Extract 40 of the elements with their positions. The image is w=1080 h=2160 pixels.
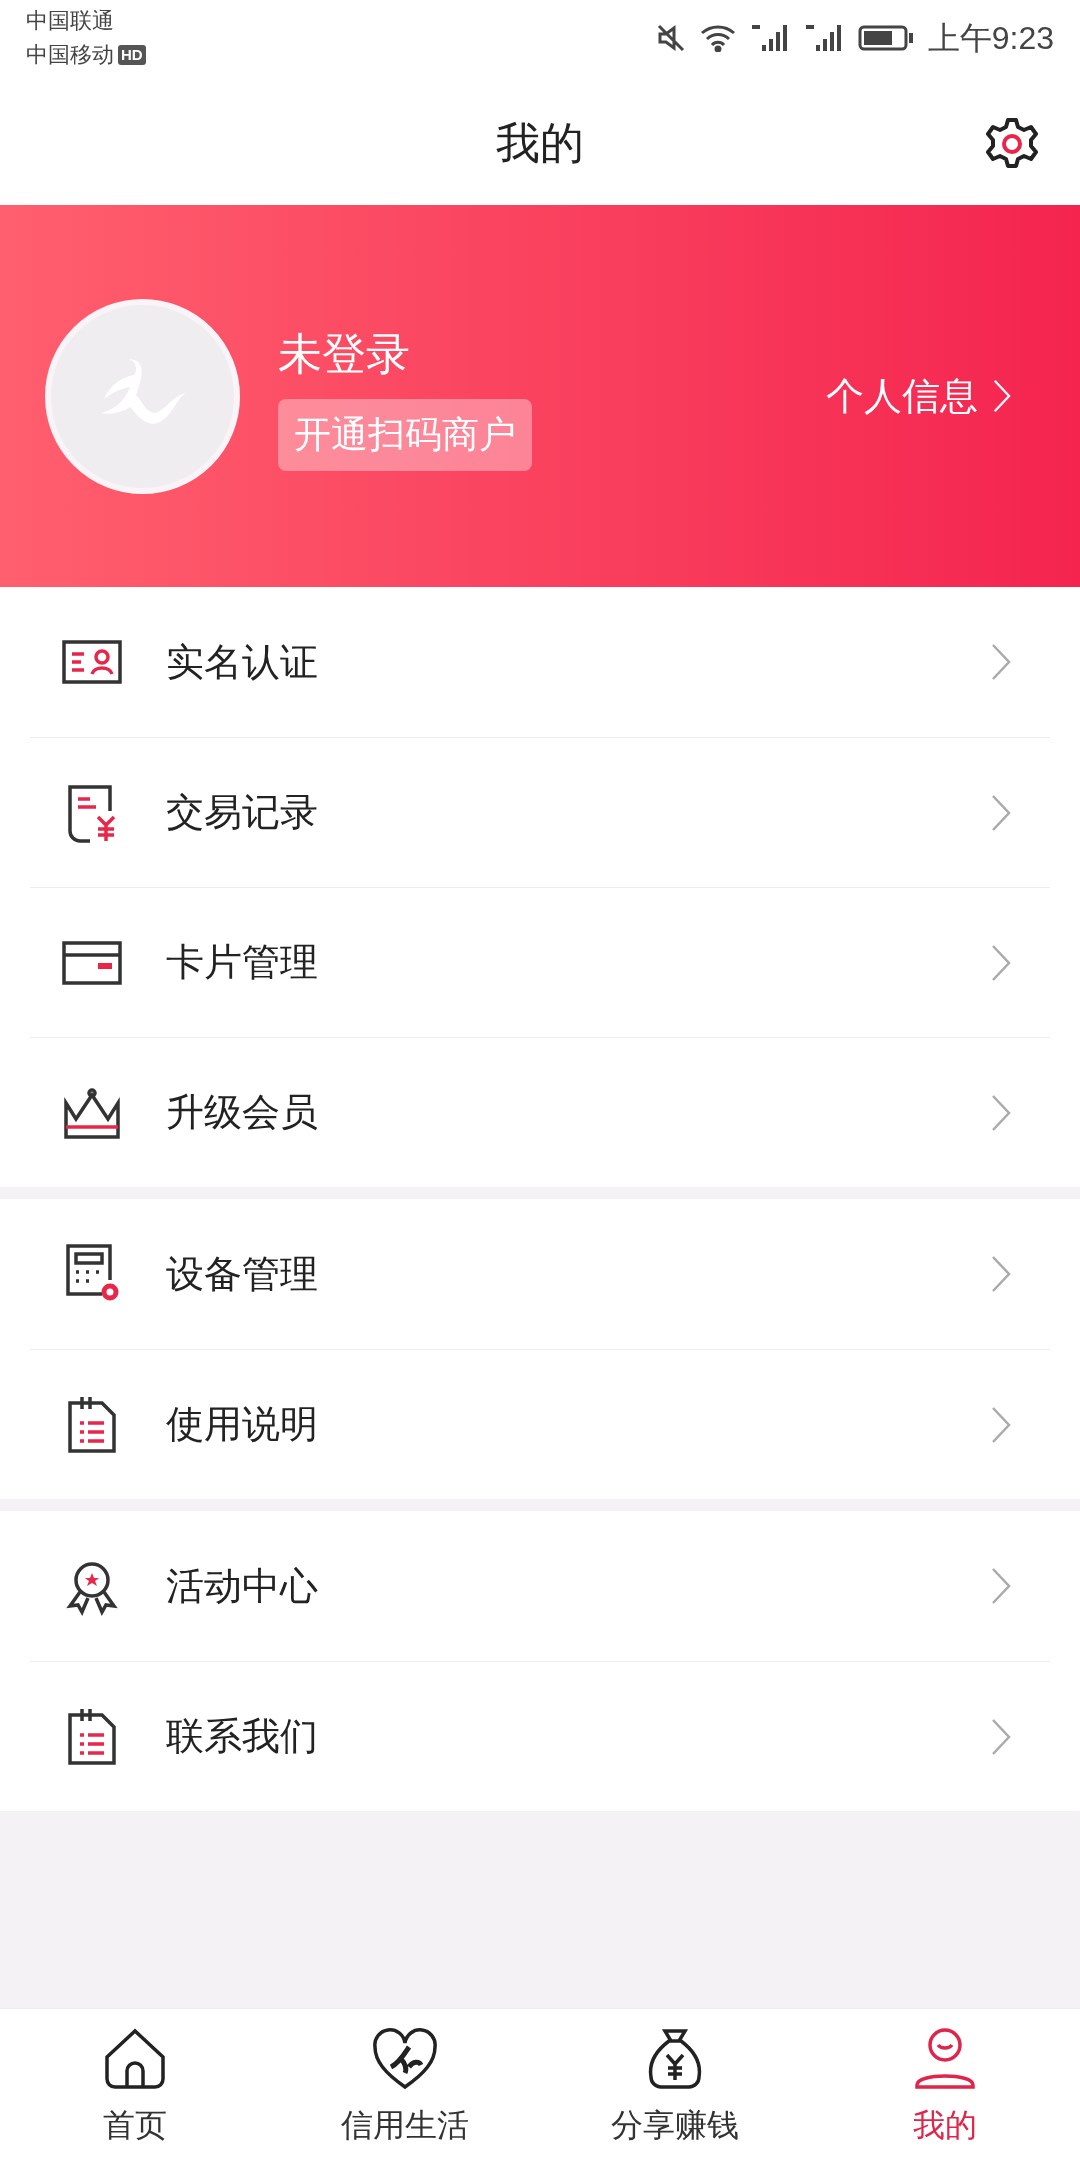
battery-icon (857, 24, 914, 52)
page-title: 我的 (496, 116, 584, 169)
menu-label: 活动中心 (166, 1563, 318, 1609)
chevron-icon (990, 1566, 1012, 1606)
menu-item[interactable]: 卡片管理 (30, 887, 1050, 1037)
tab-bar-item[interactable]: 信用生活 (270, 2009, 540, 2160)
personal-info-link[interactable]: 个人信息 (826, 367, 1012, 425)
menu-item[interactable]: 使用说明 (30, 1349, 1050, 1499)
chevron-icon (990, 1254, 1012, 1294)
menu-item[interactable]: 活动中心 (30, 1511, 1050, 1661)
wifi-icon (699, 24, 736, 52)
clock-time: 上午9:23 (927, 19, 1054, 58)
chevron-icon (992, 378, 1012, 414)
menu-label: 升级会员 (166, 1090, 318, 1135)
user-name: 未登录 (278, 328, 411, 381)
menu-label: 设备管理 (166, 1251, 318, 1297)
menu-label: 交易记录 (166, 790, 318, 835)
menu-item[interactable]: 升级会员 (30, 1037, 1050, 1187)
mute-icon (655, 23, 686, 53)
chevron-icon (990, 642, 1012, 682)
menu-label: 卡片管理 (166, 940, 318, 985)
menu-item[interactable]: 设备管理 (30, 1199, 1050, 1349)
tab-label: 首页 (103, 2106, 167, 2145)
signal-icon (803, 23, 844, 53)
menu-label: 联系我们 (166, 1714, 318, 1759)
menu-item[interactable]: 交易记录 (30, 737, 1050, 887)
signal-icon (749, 23, 790, 53)
carrier-name: 中国移动 (26, 41, 114, 69)
tab-bar-item[interactable]: 分享赚钱 (540, 2009, 810, 2160)
carrier-name: 中国联通 (26, 7, 115, 35)
menu-item[interactable]: 实名认证 (30, 587, 1050, 737)
tab-bar-item[interactable]: 我的 (810, 2009, 1080, 2160)
tab-label: 我的 (913, 2106, 977, 2145)
tab-label: 信用生活 (341, 2106, 469, 2145)
menu-label: 使用说明 (166, 1402, 318, 1447)
tab-bar-item[interactable]: 首页 (0, 2009, 270, 2160)
menu-label: 实名认证 (166, 639, 318, 685)
menu-item[interactable]: 联系我们 (30, 1661, 1050, 1811)
hd-badge: HD (118, 45, 146, 65)
tab-label: 分享赚钱 (611, 2106, 739, 2145)
